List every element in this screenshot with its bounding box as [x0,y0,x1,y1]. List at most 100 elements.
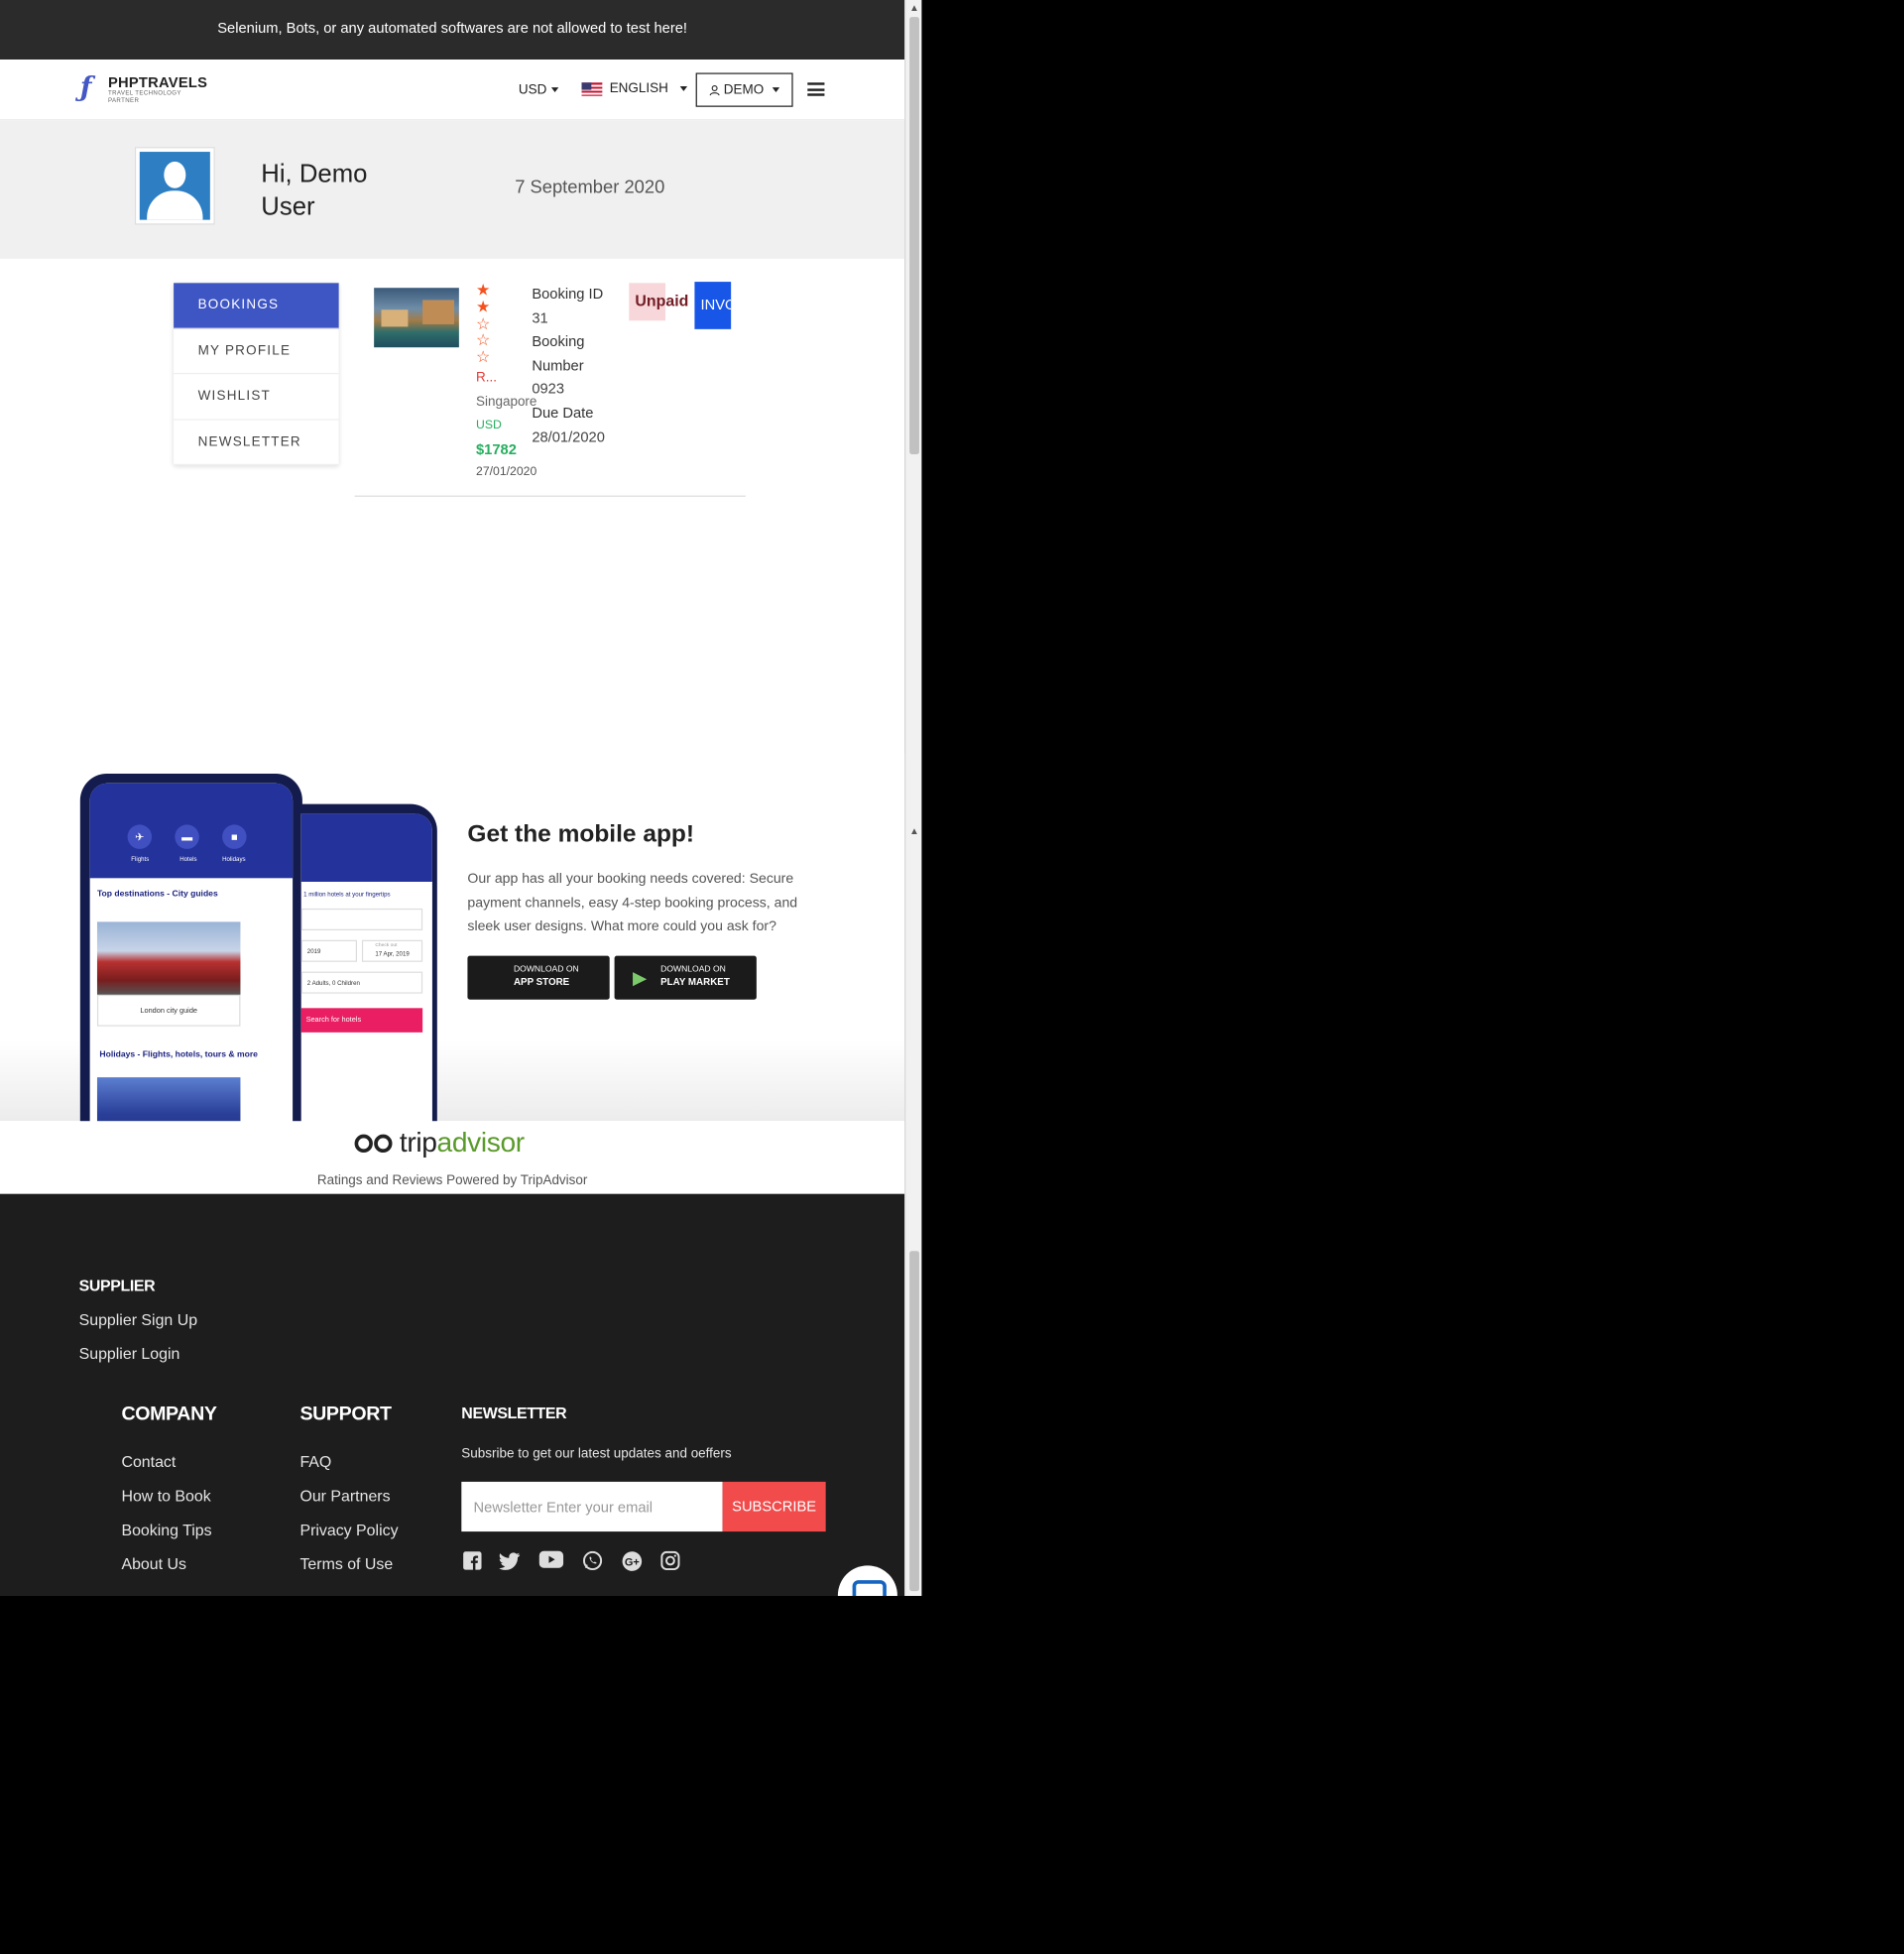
footer-link-about-us[interactable]: About Us [121,1554,185,1572]
booking-item: ★ ★ ☆ ☆ ☆ R... Singapore USD $1782 27/01… [354,280,746,497]
supplier-signup-link[interactable]: Supplier Sign Up [79,1310,197,1328]
google-plus-icon[interactable]: G+ [621,1551,643,1573]
star-empty-icon: ☆ [476,347,491,366]
tripadvisor-wordmark: tripadvisor [400,1126,525,1159]
suitcase-icon: ■ [222,824,247,849]
phone-mockup-front: ✈ ▬ ■ Flights Hotels Holidays Top destin… [79,774,302,1139]
subscribe-button[interactable]: SUBSCRIBE [722,1481,826,1532]
account-sidebar: BOOKINGS MY PROFILE WISHLIST NEWSLETTER [174,283,339,465]
newsletter-heading: NEWSLETTER [461,1404,567,1422]
footer-link-faq[interactable]: FAQ [299,1453,331,1471]
booking-date: 27/01/2020 [476,464,537,479]
invoice-button[interactable]: INVOICE [694,282,732,329]
sidebar-item-my-profile[interactable]: MY PROFILE [174,328,339,375]
page-scrollbar[interactable]: ▲ ▲ [904,0,922,1596]
tripadvisor-caption: Ratings and Reviews Powered by TripAdvis… [316,1172,588,1188]
play-market-button[interactable]: ▶ DOWNLOAD ON PLAY MARKET [614,955,757,1000]
site-logo[interactable]: ƒ PHPTRAVELS TRAVEL TECHNOLOGY PARTNER [79,71,214,105]
sidebar-item-newsletter[interactable]: NEWSLETTER [174,420,339,465]
phone-guests-field: 2 Adults, 0 Children [300,971,423,994]
company-heading: COMPANY [121,1404,217,1425]
chevron-down-icon [680,85,688,91]
booking-price: $1782 [476,440,517,458]
language-dropdown[interactable]: ENGLISH [581,81,688,96]
currency-label: USD [518,82,547,97]
star-empty-icon: ☆ [476,330,491,349]
phone-checkout-field: Check out 17 Apr, 2019 [361,939,423,962]
booking-id-label: Booking ID [532,285,604,303]
user-icon [709,84,720,95]
us-flag-icon [581,81,603,96]
tripadvisor-word-b: advisor [436,1126,526,1158]
scroll-up-arrow-icon[interactable]: ▲ [909,826,919,837]
chat-widget-button[interactable] [837,1565,897,1596]
footer-link-our-partners[interactable]: Our Partners [299,1487,390,1505]
youtube-icon[interactable] [538,1550,564,1573]
greeting: Hi, Demo User [261,160,368,221]
star-rating: ★ ★ ☆ ☆ ☆ [476,282,493,365]
bed-icon: ▬ [175,824,199,849]
logo-mark-icon: ƒ [79,71,92,104]
phone-tab-hotels: Hotels [179,856,197,864]
tripadvisor-logo[interactable]: tripadvisor [354,1126,525,1159]
footer-link-privacy-policy[interactable]: Privacy Policy [299,1521,398,1538]
booking-currency: USD [476,419,502,432]
hamburger-menu-icon[interactable] [807,82,825,96]
scroll-up-arrow-icon[interactable]: ▲ [909,2,919,13]
phone-card-label: London city guide [96,994,241,1027]
hotel-city: Singapore [476,394,537,410]
supplier-heading: SUPPLIER [78,1276,156,1295]
instagram-icon[interactable] [659,1550,681,1573]
phone-section-title: Top destinations - City guides [96,890,218,900]
supplier-login-link[interactable]: Supplier Login [79,1345,180,1363]
currency-dropdown[interactable]: USD [519,82,559,97]
twitter-icon[interactable] [499,1551,521,1573]
svg-text:G+: G+ [624,1556,639,1568]
app-title: Get the mobile app! [467,820,695,848]
footer-link-how-to-book[interactable]: How to Book [121,1487,210,1505]
footer-link-booking-tips[interactable]: Booking Tips [121,1521,211,1538]
phone-date-field: 2019 [300,939,358,962]
booking-number-label: Booking Number [532,332,585,374]
hotel-thumbnail[interactable] [374,288,459,348]
due-date-label: Due Date [532,404,594,422]
scrollbar-thumb[interactable] [909,17,919,454]
support-heading: SUPPORT [299,1404,392,1425]
avatar [134,147,215,225]
booking-details: Booking ID 31 Booking Number 0923 Due Da… [532,283,617,449]
scrollbar-thumb-secondary[interactable] [909,1251,919,1592]
sidebar-item-wishlist[interactable]: WISHLIST [174,374,339,421]
app-store-line2: APP STORE [513,976,570,988]
footer-link-terms-of-use[interactable]: Terms of Use [299,1554,393,1572]
newsletter-email-input[interactable] [461,1481,723,1532]
footer-link-contact[interactable]: Contact [121,1453,176,1471]
avatar-placeholder-icon [139,152,210,220]
phone-tab-flights: Flights [131,856,150,864]
current-date: 7 September 2020 [515,177,665,198]
account-dropdown[interactable]: DEMO [695,72,793,107]
phone-mockup-back: 1 million hotels at your fingertips 2019… [300,803,437,1139]
status-badge: Unpaid [629,283,688,321]
hotel-name-link[interactable]: R... [476,370,497,385]
tripadvisor-owl-icon [354,1132,397,1154]
language-label: ENGLISH [609,81,668,96]
newsletter-text: Subsribe to get our latest updates and o… [461,1446,732,1462]
mobile-app-promo: ✈ ▬ ■ Flights Hotels Holidays Top destin… [0,753,905,1139]
facebook-icon[interactable] [461,1551,483,1573]
app-description: Our app has all your booking needs cover… [467,872,798,934]
star-filled-icon: ★ [476,280,491,300]
tripadvisor-word-a: trip [399,1126,437,1158]
sidebar-item-bookings[interactable]: BOOKINGS [174,283,339,329]
tripadvisor-section: tripadvisor Ratings and Reviews Powered … [0,1121,905,1194]
play-market-line1: DOWNLOAD ON [660,965,726,975]
phone-checkout-date: 17 Apr, 2019 [375,950,410,959]
due-date-value: 28/01/2020 [532,427,605,445]
phone-tagline: 1 million hotels at your fingertips [303,891,391,900]
footer: SUPPLIER Supplier Sign Up Supplier Login… [0,1193,905,1596]
automation-warning-bar: Selenium, Bots, or any automated softwar… [0,0,905,61]
app-store-button[interactable]: DOWNLOAD ON APP STORE [467,955,610,1000]
whatsapp-icon[interactable] [582,1550,604,1573]
star-empty-icon: ☆ [476,313,491,333]
logo-tagline: TRAVEL TECHNOLOGY PARTNER [107,89,181,105]
star-filled-icon: ★ [476,297,491,316]
